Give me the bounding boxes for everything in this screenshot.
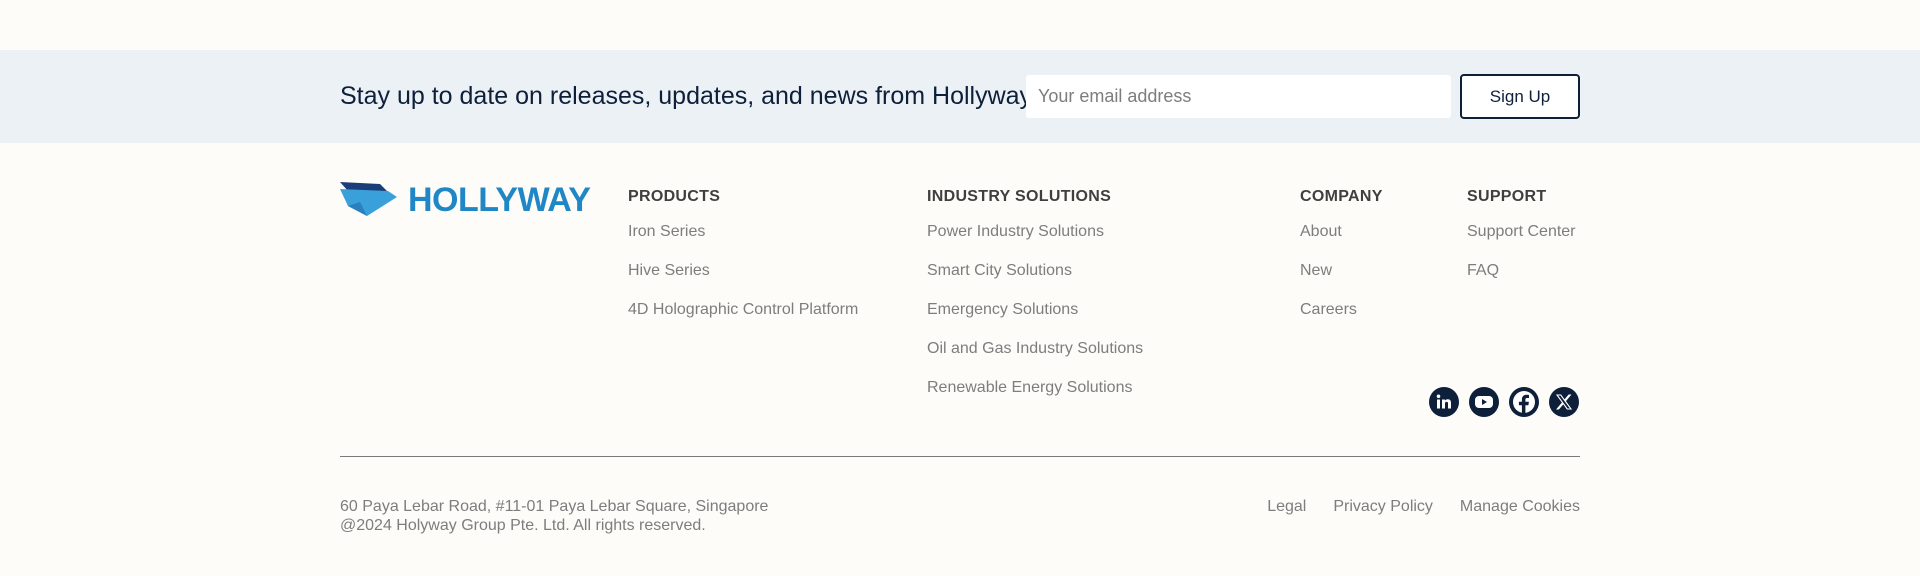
company-address: 60 Paya Lebar Road, #11-01 Paya Lebar Sq…	[340, 498, 769, 515]
social-links	[1429, 387, 1579, 417]
footer-link-support-center[interactable]: Support Center	[1467, 223, 1576, 240]
hollyway-logo-mark-icon	[340, 182, 397, 216]
hollyway-logo[interactable]: HOLLYWAY	[340, 180, 591, 220]
x-icon[interactable]	[1549, 387, 1579, 417]
footer-link-smart-city[interactable]: Smart City Solutions	[927, 262, 1072, 279]
support-heading: SUPPORT	[1467, 188, 1547, 205]
legal-links: Legal Privacy Policy Manage Cookies	[1267, 497, 1580, 516]
footer-divider	[340, 456, 1580, 457]
signup-button[interactable]: Sign Up	[1460, 74, 1580, 119]
manage-cookies-link[interactable]: Manage Cookies	[1460, 497, 1580, 516]
newsletter-band: Stay up to date on releases, updates, an…	[0, 50, 1920, 143]
footer-link-oil-and-gas[interactable]: Oil and Gas Industry Solutions	[927, 340, 1143, 357]
footer-link-renewable-energy[interactable]: Renewable Energy Solutions	[927, 379, 1132, 396]
company-address-block: 60 Paya Lebar Road, #11-01 Paya Lebar Sq…	[340, 497, 768, 535]
footer-page: Stay up to date on releases, updates, an…	[0, 0, 1920, 576]
footer-link-faq[interactable]: FAQ	[1467, 262, 1499, 279]
footer-link-4d-holographic-control-platform[interactable]: 4D Holographic Control Platform	[628, 301, 858, 318]
logo-text: HOLLYWAY	[408, 181, 591, 219]
industry-solutions-heading: INDUSTRY SOLUTIONS	[927, 188, 1112, 205]
facebook-icon[interactable]	[1509, 387, 1539, 417]
company-heading: COMPANY	[1300, 188, 1383, 205]
email-input[interactable]	[1026, 75, 1451, 118]
company-column: COMPANY About New Careers	[1300, 187, 1383, 320]
footer-link-new[interactable]: New	[1300, 262, 1332, 279]
privacy-policy-link[interactable]: Privacy Policy	[1333, 497, 1433, 516]
newsletter-text: Stay up to date on releases, updates, an…	[340, 82, 1039, 110]
footer-link-power-industry[interactable]: Power Industry Solutions	[927, 223, 1104, 240]
footer-link-about[interactable]: About	[1300, 223, 1342, 240]
linkedin-icon[interactable]	[1429, 387, 1459, 417]
footer-link-hive-series[interactable]: Hive Series	[628, 262, 710, 279]
copyright-text: @2024 Holyway Group Pte. Ltd. All rights…	[340, 517, 706, 534]
footer-link-careers[interactable]: Careers	[1300, 301, 1357, 318]
legal-link[interactable]: Legal	[1267, 497, 1306, 516]
footer-link-emergency[interactable]: Emergency Solutions	[927, 301, 1078, 318]
footer-link-iron-series[interactable]: Iron Series	[628, 223, 705, 240]
products-column: PRODUCTS Iron Series Hive Series 4D Holo…	[628, 187, 858, 320]
support-column: SUPPORT Support Center FAQ	[1467, 187, 1576, 281]
industry-solutions-column: INDUSTRY SOLUTIONS Power Industry Soluti…	[927, 187, 1143, 398]
products-heading: PRODUCTS	[628, 188, 721, 205]
youtube-icon[interactable]	[1469, 387, 1499, 417]
